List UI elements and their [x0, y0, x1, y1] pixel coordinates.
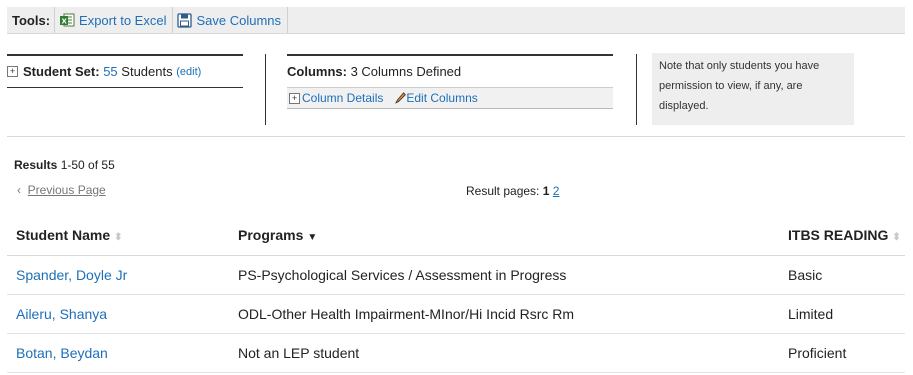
reading-cell: Proficient — [779, 333, 905, 373]
export-to-excel-button[interactable]: X Export to Excel — [54, 7, 172, 33]
student-name-link[interactable]: Aileru, Shanya — [16, 306, 107, 322]
results-range: 1-50 of 55 — [60, 158, 115, 172]
previous-page-link[interactable]: ‹ Previous Page — [17, 183, 106, 197]
header-itbs-reading[interactable]: ITBS READING ⬍ — [779, 215, 905, 256]
program-cell: Not an LEP student — [229, 333, 779, 373]
columns-line: Columns: 3 Columns Defined — [287, 64, 461, 79]
student-set-line: + Student Set: 55 Students (edit) — [7, 64, 201, 79]
results-label: Results — [14, 158, 58, 172]
sort-icon: ⬍ — [114, 232, 123, 243]
column-details-label: Column Details — [302, 91, 384, 105]
table-header-row: Student Name ⬍ Programs ▼ ITBS READING ⬍ — [7, 215, 905, 256]
columns-value: 3 Columns Defined — [350, 64, 462, 79]
students-table: Student Name ⬍ Programs ▼ ITBS READING ⬍ Sp… — [7, 215, 905, 373]
edit-student-set-link[interactable]: (edit) — [176, 66, 201, 78]
column-details-link[interactable]: + Column Details — [289, 91, 383, 105]
save-columns-button[interactable]: Save Columns — [172, 7, 289, 33]
student-set-label: Student Set: — [23, 64, 100, 79]
floppy-disk-icon — [177, 12, 193, 28]
header-student-name[interactable]: Student Name ⬍ — [7, 215, 229, 256]
separator — [636, 54, 637, 125]
columns-panel: Columns: 3 Columns Defined + Column Deta… — [287, 54, 613, 109]
chevron-left-icon: ‹ — [17, 183, 21, 197]
students-text: Students — [121, 64, 173, 79]
note-line-2: permission to view, if any, are — [659, 80, 803, 92]
excel-icon: X — [60, 13, 75, 27]
student-count-link[interactable]: 55 — [103, 64, 117, 79]
note-line-1: Note that only students you have — [659, 60, 820, 72]
result-pages-label: Result pages: — [466, 184, 540, 198]
note-line-3: displayed. — [659, 100, 709, 112]
program-cell: ODL-Other Health Impairment-MInor/Hi Inc… — [229, 294, 779, 334]
permission-note: Note that only students you have permiss… — [652, 53, 854, 125]
program-cell: PS-Psychological Services / Assessment i… — [229, 255, 779, 295]
edit-columns-label: Edit Columns — [406, 91, 478, 105]
tools-label: Tools: — [12, 12, 51, 28]
save-columns-label: Save Columns — [196, 12, 282, 28]
table-row: Botan, Beydan Not an LEP student Profici… — [7, 333, 905, 373]
previous-page-label: Previous Page — [27, 183, 106, 197]
student-name-link[interactable]: Botan, Beydan — [16, 345, 108, 361]
current-page: 1 — [542, 184, 550, 198]
result-pages: Result pages: 1 2 — [466, 184, 559, 198]
svg-text:X: X — [62, 18, 68, 26]
table-row: Aileru, Shanya ODL-Other Health Impairme… — [7, 294, 905, 334]
student-name-link[interactable]: Spander, Doyle Jr — [16, 267, 127, 283]
student-set-panel: + Student Set: 55 Students (edit) — [7, 54, 243, 88]
table-row: Spander, Doyle Jr PS-Psychological Servi… — [7, 255, 905, 295]
sort-icon: ⬍ — [892, 232, 901, 243]
columns-actions: + Column Details Edit Columns — [287, 87, 613, 109]
divider — [7, 136, 905, 137]
separator — [265, 54, 266, 125]
edit-columns-link[interactable]: Edit Columns — [395, 91, 478, 105]
sort-down-icon: ▼ — [307, 232, 318, 243]
expand-plus-icon[interactable]: + — [7, 66, 18, 77]
header-programs[interactable]: Programs ▼ — [229, 215, 779, 256]
reading-cell: Basic — [779, 255, 905, 295]
pencil-icon — [395, 92, 407, 104]
columns-label: Columns: — [287, 64, 347, 79]
export-to-excel-label: Export to Excel — [79, 12, 167, 28]
page-2-link[interactable]: 2 — [553, 184, 560, 198]
results-count: Results 1-50 of 55 — [14, 158, 115, 172]
toolbar: Tools: X Export to Excel Save Columns — [7, 7, 905, 34]
reading-cell: Limited — [779, 294, 905, 334]
expand-plus-icon: + — [289, 92, 300, 104]
